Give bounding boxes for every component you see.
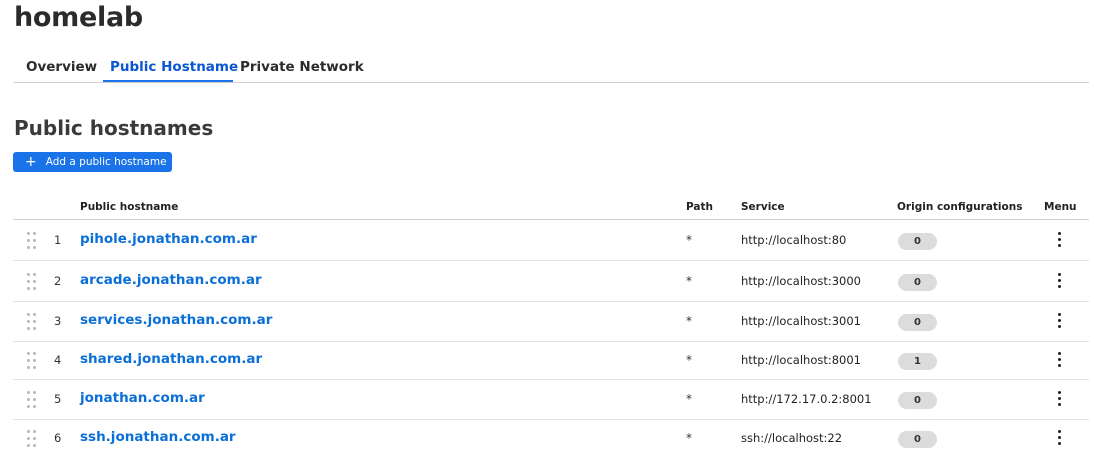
row-menu-icon[interactable] <box>1053 390 1065 408</box>
origin-config-badge: 0 <box>898 232 937 250</box>
drag-handle-icon[interactable] <box>27 430 37 447</box>
tab-bar: Overview Public Hostname Private Network <box>14 52 1089 83</box>
drag-handle-icon[interactable] <box>27 272 37 290</box>
drag-handle-icon[interactable] <box>27 391 37 408</box>
table-row: 6 ssh.jonathan.com.ar * ssh://localhost:22 0 <box>13 420 1089 458</box>
row-index: 1 <box>54 232 62 247</box>
path-value: * <box>686 232 692 247</box>
plus-icon: + <box>25 154 37 170</box>
row-index: 5 <box>54 392 62 406</box>
tab-overview[interactable]: Overview <box>26 59 97 75</box>
row-index: 6 <box>54 431 62 445</box>
header-service: Service <box>741 201 785 213</box>
hostname-link[interactable]: ssh.jonathan.com.ar <box>80 429 236 445</box>
drag-handle-icon[interactable] <box>27 231 37 249</box>
hostname-link[interactable]: jonathan.com.ar <box>80 390 205 406</box>
drag-handle-icon[interactable] <box>27 313 37 330</box>
row-menu-icon[interactable] <box>1053 429 1065 447</box>
tab-public-hostname[interactable]: Public Hostname <box>110 59 238 75</box>
table-header: Public hostname Path Service Origin conf… <box>13 196 1089 220</box>
header-path: Path <box>686 201 713 213</box>
row-menu-icon[interactable] <box>1053 231 1065 249</box>
row-index: 4 <box>54 353 62 367</box>
header-origin-configurations: Origin configurations <box>897 201 1023 213</box>
table-row: 3 services.jonathan.com.ar * http://localho… <box>13 302 1089 342</box>
row-menu-icon[interactable] <box>1053 272 1065 290</box>
origin-config-badge: 1 <box>898 353 937 370</box>
active-tab-indicator <box>103 80 233 82</box>
header-public-hostname: Public hostname <box>80 201 179 213</box>
table-row: 1 pihole.jonathan.com.ar * http://localhost… <box>13 220 1089 261</box>
path-value: * <box>686 353 692 367</box>
service-value: http://localhost:3000 <box>741 273 861 288</box>
header-menu: Menu <box>1044 201 1077 213</box>
row-menu-icon[interactable] <box>1053 351 1065 369</box>
section-title: Public hostnames <box>14 116 214 140</box>
hostname-link[interactable]: shared.jonathan.com.ar <box>80 351 262 367</box>
app-title: homelab <box>14 2 143 33</box>
table-row: 2 arcade.jonathan.com.ar * http://localhost… <box>13 261 1089 302</box>
service-value: http://172.17.0.2:8001 <box>741 392 872 406</box>
service-value: ssh://localhost:22 <box>741 431 843 445</box>
origin-config-badge: 0 <box>898 273 937 291</box>
path-value: * <box>686 431 692 445</box>
service-value: http://localhost:3001 <box>741 314 861 328</box>
hostname-link[interactable]: pihole.jonathan.com.ar <box>80 231 257 247</box>
origin-config-badge: 0 <box>898 314 937 331</box>
service-value: http://localhost:8001 <box>741 353 861 367</box>
row-index: 2 <box>54 273 62 288</box>
origin-config-badge: 0 <box>898 392 937 409</box>
drag-handle-icon[interactable] <box>27 352 37 369</box>
row-menu-icon[interactable] <box>1053 312 1065 330</box>
table-row: 4 shared.jonathan.com.ar * http://localhost… <box>13 342 1089 380</box>
tab-private-network[interactable]: Private Network <box>240 59 364 75</box>
add-button-label: Add a public hostname <box>45 156 167 168</box>
origin-config-badge: 0 <box>898 431 937 448</box>
hostname-link[interactable]: services.jonathan.com.ar <box>80 312 272 328</box>
hostnames-table: Public hostname Path Service Origin conf… <box>13 196 1089 458</box>
path-value: * <box>686 314 692 328</box>
hostname-link[interactable]: arcade.jonathan.com.ar <box>80 272 262 288</box>
row-index: 3 <box>54 314 62 328</box>
path-value: * <box>686 392 692 406</box>
table-row: 5 jonathan.com.ar * http://172.17.0.2:8001 0 <box>13 380 1089 420</box>
path-value: * <box>686 273 692 288</box>
service-value: http://localhost:80 <box>741 232 847 247</box>
add-public-hostname-button[interactable]: + Add a public hostname <box>13 152 172 172</box>
